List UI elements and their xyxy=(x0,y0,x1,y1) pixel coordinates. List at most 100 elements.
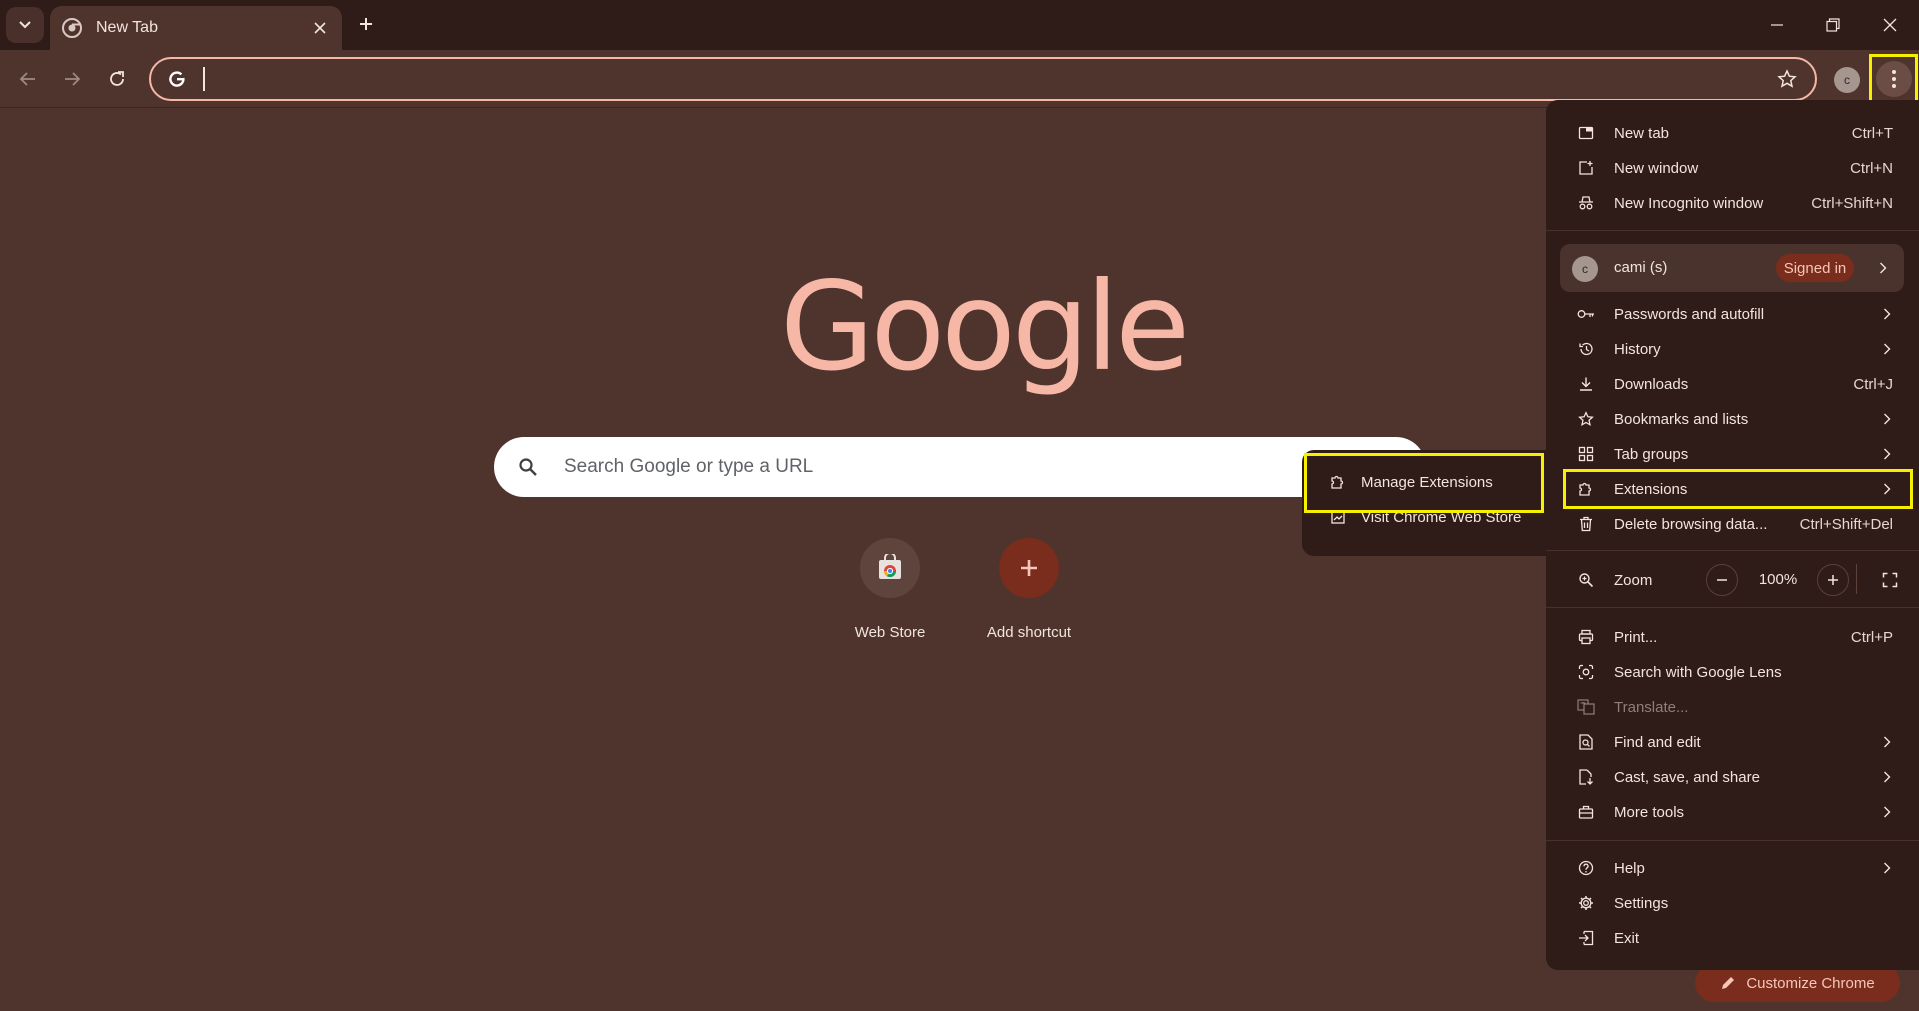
plus-icon xyxy=(360,18,372,30)
chevron-right-icon xyxy=(1880,447,1894,461)
menu-item-print[interactable]: Print... Ctrl+P xyxy=(1546,620,1919,654)
profile-name: cami (s) xyxy=(1614,259,1668,276)
zoom-out-button[interactable] xyxy=(1706,564,1738,596)
tab-search-button[interactable] xyxy=(6,7,44,43)
menu-item-label: More tools xyxy=(1614,803,1685,821)
chevron-right-icon xyxy=(1880,307,1894,321)
close-window-button[interactable] xyxy=(1870,8,1910,42)
menu-item-history[interactable]: History xyxy=(1546,332,1919,366)
menu-item-bookmarks[interactable]: Bookmarks and lists xyxy=(1546,402,1919,436)
chrome-main-menu: New tab Ctrl+T New window Ctrl+N New Inc… xyxy=(1546,100,1919,970)
toolbox-icon xyxy=(1576,802,1596,822)
tab-new-tab[interactable]: New Tab xyxy=(50,6,342,50)
chevron-right-icon xyxy=(1880,412,1894,426)
menu-item-label: Cast, save, and share xyxy=(1614,768,1760,786)
menu-item-label: New window xyxy=(1614,159,1699,177)
shortcut-add[interactable]: Add shortcut xyxy=(964,538,1094,648)
zoom-level: 100% xyxy=(1758,571,1798,588)
fullscreen-button[interactable] xyxy=(1874,564,1906,596)
menu-item-settings[interactable]: Settings xyxy=(1546,886,1919,920)
menu-divider xyxy=(1546,607,1919,608)
zoom-control: 100% xyxy=(1706,560,1886,600)
shortcut-label: Web Store xyxy=(854,624,926,641)
chevron-right-icon xyxy=(1880,735,1894,749)
menu-item-shortcut: Ctrl+N xyxy=(1850,159,1893,177)
new-tab-icon xyxy=(1576,123,1596,143)
back-arrow-icon xyxy=(19,72,35,86)
menu-item-shortcut: Ctrl+P xyxy=(1850,628,1893,646)
menu-item-shortcut: Ctrl+Shift+N xyxy=(1811,194,1893,212)
chevron-right-icon xyxy=(1880,342,1894,356)
shortcut-web-store[interactable]: Web Store xyxy=(825,538,955,648)
menu-item-downloads[interactable]: Downloads Ctrl+J xyxy=(1546,367,1919,401)
highlight-box xyxy=(1304,453,1544,513)
close-tab-icon[interactable] xyxy=(306,14,334,42)
minimize-button[interactable] xyxy=(1757,8,1797,42)
menu-item-label: Search with Google Lens xyxy=(1614,663,1782,681)
menu-item-new-tab[interactable]: New tab Ctrl+T xyxy=(1546,116,1919,150)
minus-icon xyxy=(1717,579,1727,581)
zoom-icon xyxy=(1576,570,1596,590)
menu-divider xyxy=(1546,230,1919,231)
printer-icon xyxy=(1576,627,1596,647)
menu-item-cast-save-share[interactable]: Cast, save, and share xyxy=(1546,760,1919,794)
menu-divider xyxy=(1546,550,1919,551)
help-icon xyxy=(1576,858,1596,878)
forward-button[interactable] xyxy=(54,61,90,97)
menu-divider xyxy=(1546,840,1919,841)
chevron-down-icon xyxy=(19,21,31,29)
find-page-icon xyxy=(1576,732,1596,752)
shortcut-label: Add shortcut xyxy=(986,624,1072,641)
profile-avatar-button[interactable]: c xyxy=(1834,67,1860,93)
reload-button[interactable] xyxy=(99,61,135,97)
minimize-icon xyxy=(1771,24,1783,26)
bookmark-star-icon[interactable] xyxy=(1769,61,1805,97)
chevron-right-icon xyxy=(1880,770,1894,784)
menu-item-translate: Translate... xyxy=(1546,690,1919,724)
back-button[interactable] xyxy=(10,61,46,97)
save-page-icon xyxy=(1576,767,1596,787)
incognito-icon xyxy=(1576,193,1596,213)
web-store-icon xyxy=(860,538,920,598)
address-input[interactable] xyxy=(205,59,1769,99)
menu-item-passwords[interactable]: Passwords and autofill xyxy=(1546,297,1919,331)
signed-in-badge: Signed in xyxy=(1776,254,1854,282)
highlight-box xyxy=(1563,469,1913,509)
menu-item-more-tools[interactable]: More tools xyxy=(1546,795,1919,829)
menu-item-find-edit[interactable]: Find and edit xyxy=(1546,725,1919,759)
menu-item-delete-browsing-data[interactable]: Delete browsing data... Ctrl+Shift+Del xyxy=(1546,507,1919,541)
menu-item-label: Settings xyxy=(1614,894,1669,912)
customize-label: Customize Chrome xyxy=(1746,974,1875,992)
plus-icon xyxy=(1828,575,1838,585)
reload-icon xyxy=(110,71,124,86)
lens-icon xyxy=(1576,662,1596,682)
menu-profile-row[interactable]: c cami (s) Signed in xyxy=(1560,244,1904,292)
exit-icon xyxy=(1576,928,1596,948)
avatar: c xyxy=(1572,256,1598,282)
close-icon xyxy=(1883,18,1897,32)
chrome-icon xyxy=(62,18,82,38)
menu-item-new-window[interactable]: New window Ctrl+N xyxy=(1546,151,1919,185)
menu-item-tab-groups[interactable]: Tab groups xyxy=(1546,437,1919,471)
ntp-search-box[interactable]: Search Google or type a URL xyxy=(494,437,1426,497)
title-bar: New Tab xyxy=(0,0,1919,50)
grid-icon xyxy=(1576,444,1596,464)
menu-item-label: Translate... xyxy=(1614,698,1689,716)
menu-item-exit[interactable]: Exit xyxy=(1546,921,1919,955)
menu-item-shortcut: Ctrl+J xyxy=(1853,375,1893,393)
menu-item-google-lens[interactable]: Search with Google Lens xyxy=(1546,655,1919,689)
chrome-menu-button[interactable] xyxy=(1869,54,1918,104)
menu-item-new-incognito[interactable]: New Incognito window Ctrl+Shift+N xyxy=(1546,186,1919,220)
address-bar[interactable] xyxy=(149,57,1817,101)
restore-button[interactable] xyxy=(1813,8,1853,42)
fullscreen-icon xyxy=(1882,572,1898,588)
chevron-right-icon xyxy=(1876,261,1890,275)
gear-icon xyxy=(1576,893,1596,913)
menu-item-shortcut: Ctrl+Shift+Del xyxy=(1799,515,1893,533)
menu-item-label: New Incognito window xyxy=(1614,194,1764,212)
menu-item-help[interactable]: Help xyxy=(1546,851,1919,885)
menu-item-label: History xyxy=(1614,340,1661,358)
zoom-in-button[interactable] xyxy=(1817,564,1849,596)
menu-item-label: Find and edit xyxy=(1614,733,1701,751)
new-tab-button[interactable] xyxy=(352,10,380,38)
